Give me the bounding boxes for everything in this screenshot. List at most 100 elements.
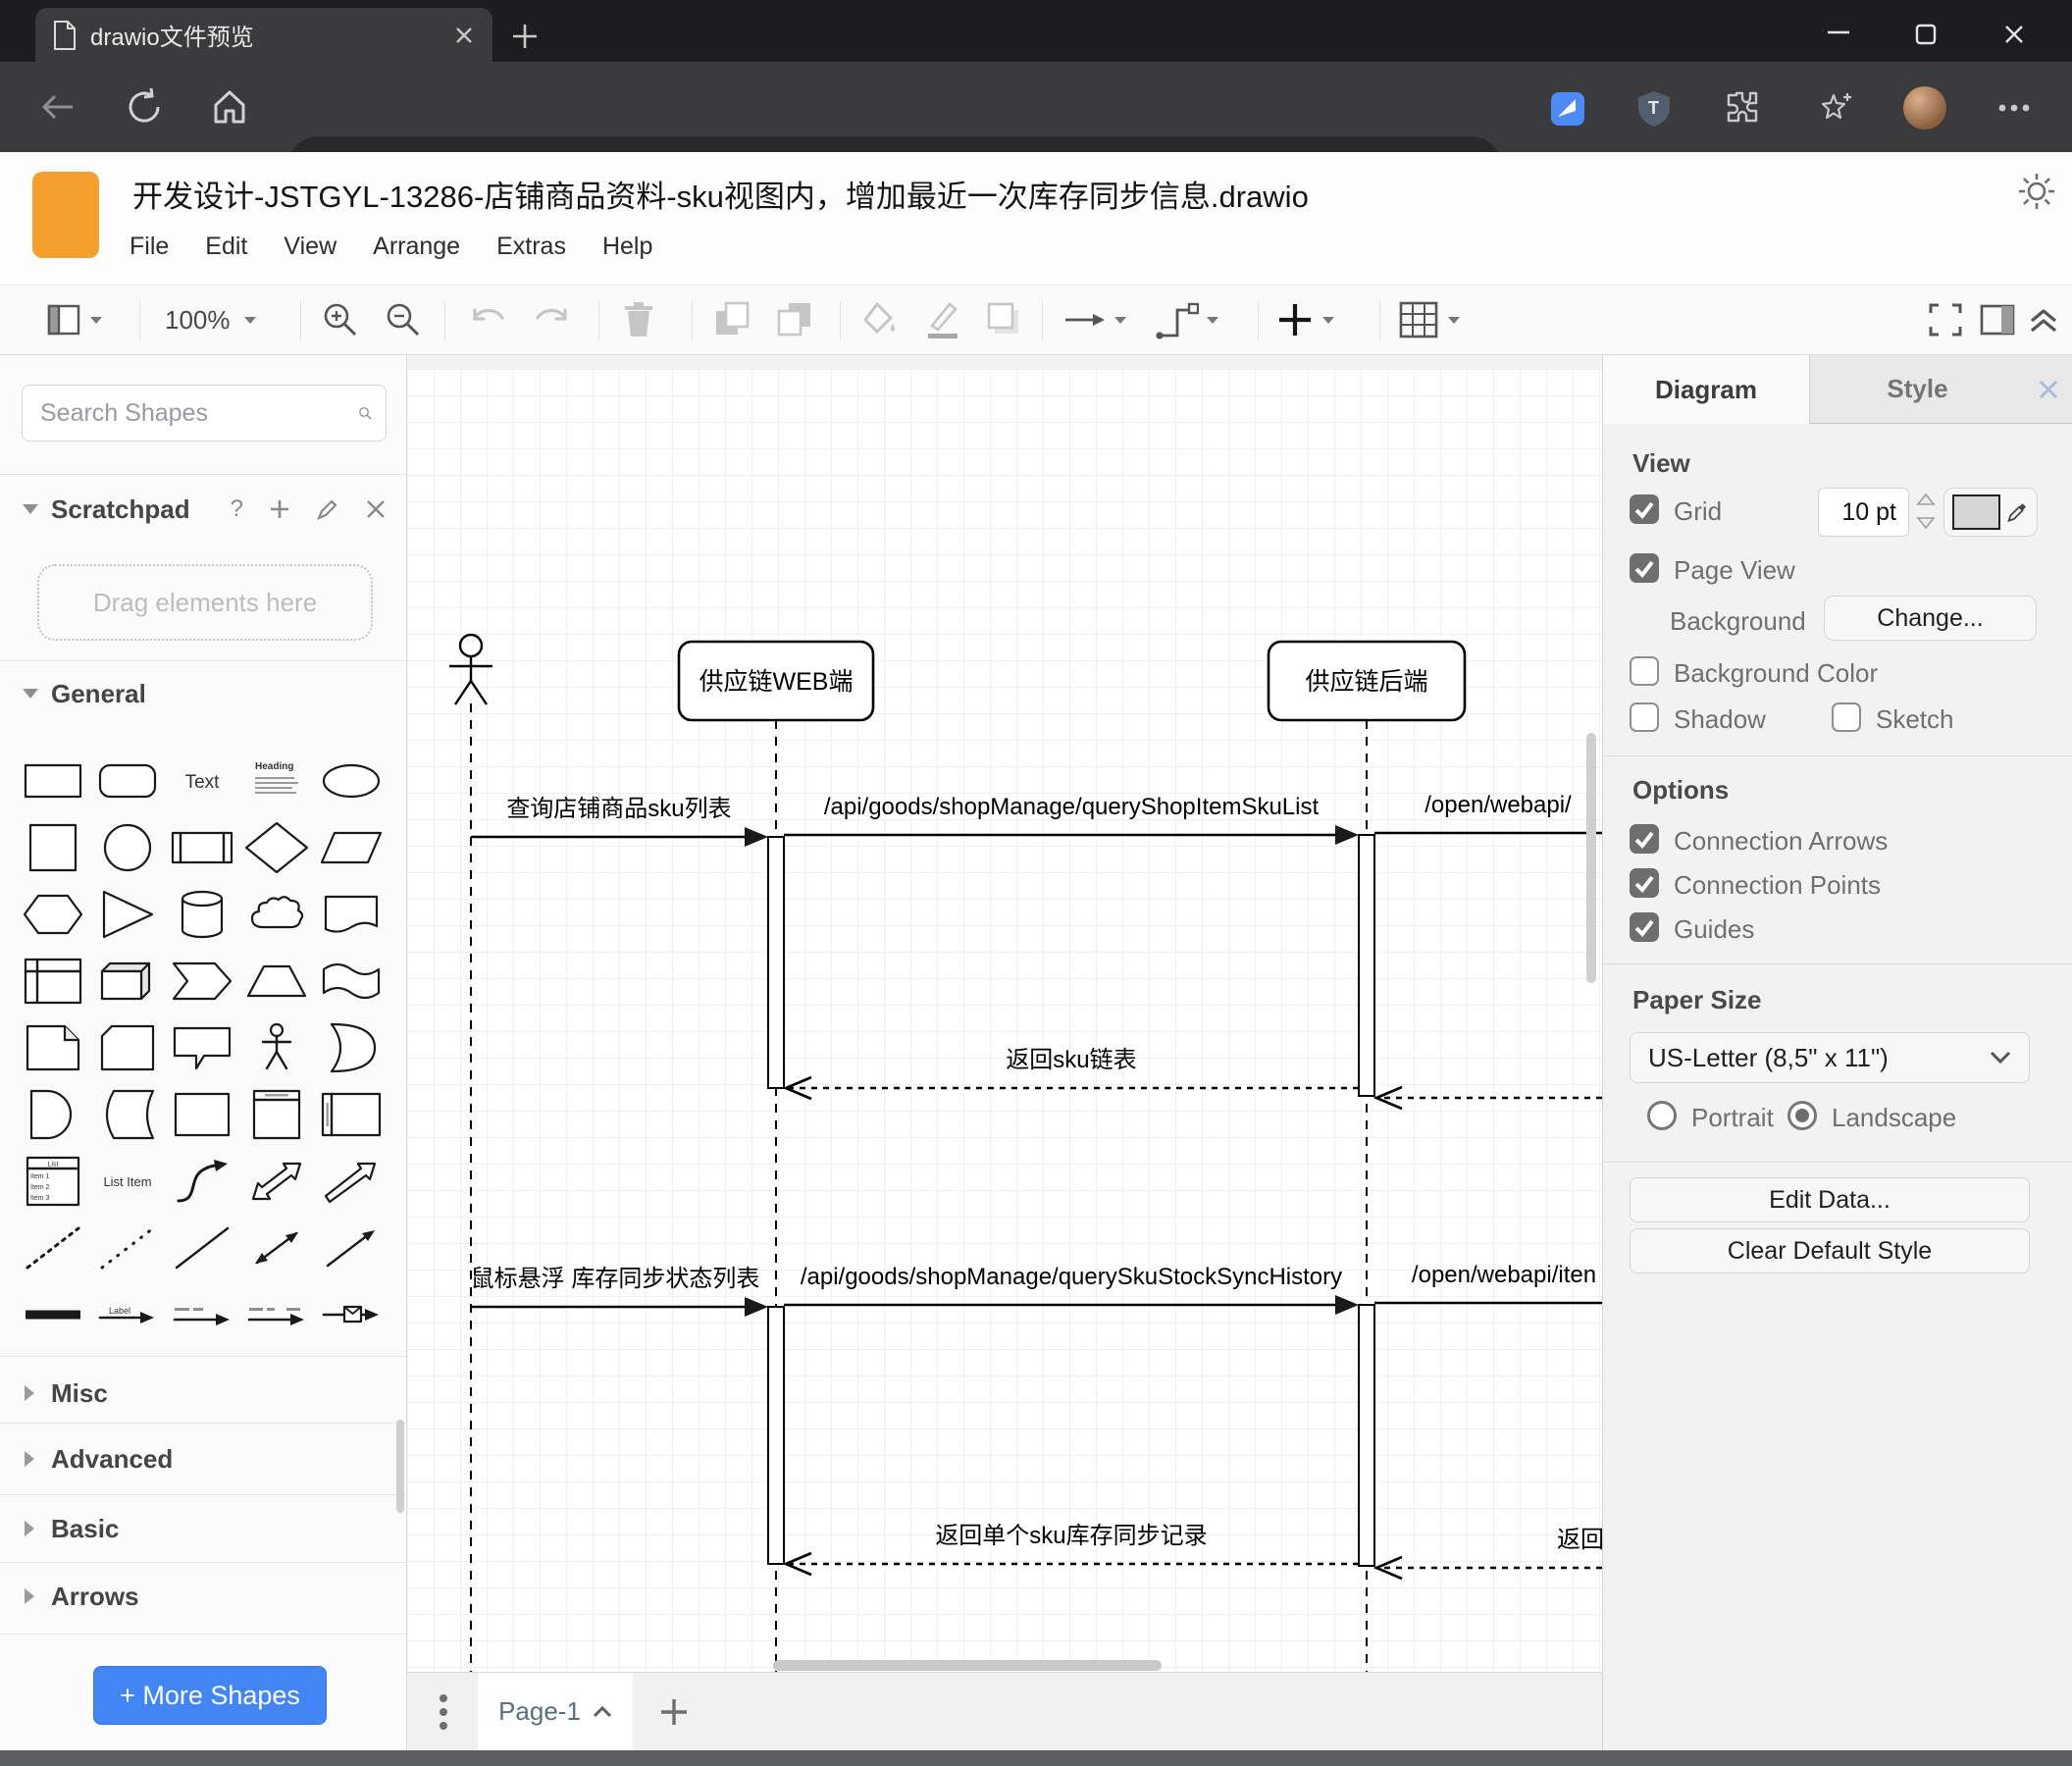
scratchpad-header[interactable]: Scratchpad ?: [22, 488, 387, 531]
insert-button[interactable]: [1277, 286, 1336, 354]
zoom-out-button[interactable]: [385, 286, 422, 354]
participant-backend[interactable]: 供应链后端: [1267, 640, 1467, 722]
shape-trapezoid[interactable]: [239, 948, 314, 1014]
zoom-in-button[interactable]: [322, 286, 359, 354]
delete-button[interactable]: [622, 286, 655, 354]
shape-link[interactable]: [16, 1281, 90, 1348]
scratchpad-dropzone[interactable]: Drag elements here: [37, 564, 373, 641]
message-api-query-shop-item-sku-list[interactable]: /api/goods/shopManage/queryShopItemSkuLi…: [784, 794, 1359, 845]
shape-textbox-heading[interactable]: Heading: [239, 748, 314, 814]
shape-arrow-with-label[interactable]: Label: [90, 1281, 165, 1348]
close-window-icon[interactable]: [2003, 24, 2025, 45]
portrait-radio[interactable]: [1647, 1101, 1677, 1130]
shape-process[interactable]: [165, 814, 239, 881]
shape-vertical-container[interactable]: [239, 1081, 314, 1148]
shape-ellipse[interactable]: [314, 748, 388, 814]
shape-note[interactable]: [16, 1014, 90, 1081]
shape-cylinder[interactable]: [165, 881, 239, 948]
scratchpad-add-icon[interactable]: [269, 498, 290, 520]
return-single-sku-record[interactable]: 返回单个sku库存同步记录: [782, 1523, 1359, 1577]
view-panels-button[interactable]: [47, 286, 104, 354]
shape-curve[interactable]: [165, 1148, 239, 1215]
page-tab[interactable]: Page-1: [478, 1673, 633, 1750]
tab-diagram[interactable]: Diagram: [1603, 355, 1810, 424]
table-button[interactable]: [1399, 286, 1462, 354]
menu-view[interactable]: View: [284, 233, 337, 261]
to-back-button[interactable]: [775, 286, 814, 354]
message-query-sku-list[interactable]: 查询店铺商品sku列表: [471, 796, 768, 847]
scratchpad-edit-icon[interactable]: [316, 497, 339, 521]
shape-callout[interactable]: [165, 1014, 239, 1081]
scratchpad-help-icon[interactable]: ?: [231, 495, 243, 523]
connection-arrows-checkbox[interactable]: [1630, 824, 1659, 854]
shape-square[interactable]: [16, 814, 90, 881]
zoom-level-dropdown[interactable]: 100%: [165, 286, 258, 354]
clear-default-style-button[interactable]: Clear Default Style: [1630, 1228, 2030, 1273]
change-background-button[interactable]: Change...: [1824, 596, 2037, 641]
menu-arrange[interactable]: Arrange: [373, 233, 460, 261]
add-page-icon[interactable]: [658, 1696, 690, 1728]
section-advanced[interactable]: Advanced: [24, 1431, 387, 1486]
drawing-canvas[interactable]: 供应链WEB端 供应链后端 查询店铺商品sku列表 /api/goods/sho…: [407, 355, 1602, 1672]
return-to-backend-2[interactable]: 返回: [1373, 1527, 1602, 1581]
shape-cube[interactable]: [90, 948, 165, 1014]
shape-dashed-line[interactable]: [16, 1215, 90, 1281]
fullscreen-button[interactable]: [1927, 286, 1964, 354]
shape-diamond[interactable]: [239, 814, 314, 881]
to-front-button[interactable]: [712, 286, 751, 354]
shape-dotted-line[interactable]: [90, 1215, 165, 1281]
shape-arrow[interactable]: [314, 1148, 388, 1215]
redo-button[interactable]: [532, 286, 573, 354]
participant-web[interactable]: 供应链WEB端: [677, 640, 875, 722]
browser-extension-blue-icon[interactable]: [1550, 91, 1585, 127]
canvas-horizontal-scrollbar[interactable]: [773, 1660, 1162, 1671]
shape-container[interactable]: [165, 1081, 239, 1148]
section-general[interactable]: General: [22, 672, 387, 715]
activation-backend-2[interactable]: [1358, 1304, 1375, 1567]
section-arrows[interactable]: Arrows: [24, 1569, 387, 1624]
format-panel-toggle-button[interactable]: [1980, 286, 2015, 354]
section-misc[interactable]: Misc: [24, 1366, 387, 1421]
return-sku-list[interactable]: 返回sku链表: [782, 1047, 1359, 1101]
shape-step[interactable]: [165, 948, 239, 1014]
guides-checkbox[interactable]: [1630, 912, 1659, 942]
canvas-vertical-scrollbar[interactable]: [1586, 733, 1596, 983]
page-view-checkbox[interactable]: [1630, 553, 1659, 583]
more-options-icon[interactable]: [1997, 103, 2031, 113]
tab-close-icon[interactable]: [453, 25, 475, 46]
message-open-webapi[interactable]: /open/webapi/: [1374, 792, 1602, 835]
new-tab-icon[interactable]: [510, 22, 540, 51]
back-icon[interactable]: [39, 89, 77, 125]
return-to-backend-1[interactable]: [1373, 1085, 1602, 1111]
collections-star-icon[interactable]: [1817, 89, 1854, 127]
connection-points-checkbox[interactable]: [1630, 868, 1659, 898]
shape-internal-storage[interactable]: [16, 948, 90, 1014]
paper-size-select[interactable]: US-Letter (8,5" x 11"): [1630, 1032, 2030, 1083]
shape-data-storage[interactable]: [90, 1081, 165, 1148]
connection-style-button[interactable]: [1063, 286, 1128, 354]
edit-data-button[interactable]: Edit Data...: [1630, 1177, 2030, 1222]
shape-cloud[interactable]: [239, 881, 314, 948]
message-hover-stock-sync[interactable]: 鼠标悬浮 库存同步状态列表: [471, 1266, 768, 1317]
grid-size-input[interactable]: [1818, 488, 1909, 537]
shadow-button[interactable]: [985, 286, 1024, 354]
menu-extras[interactable]: Extras: [496, 233, 566, 261]
shield-icon[interactable]: T: [1636, 89, 1672, 129]
shape-annotated-arrow-2[interactable]: [239, 1281, 314, 1348]
maximize-icon[interactable]: [1915, 24, 1937, 45]
extensions-puzzle-icon[interactable]: [1723, 89, 1760, 127]
message-api-query-sku-stock-sync-history[interactable]: /api/goods/shopManage/querySkuStockSyncH…: [784, 1264, 1359, 1315]
grid-color-button[interactable]: [1943, 488, 2038, 537]
theme-toggle-sun-icon[interactable]: [2017, 172, 2056, 211]
actor-figure[interactable]: [449, 633, 492, 705]
shape-triangle[interactable]: [90, 881, 165, 948]
collapse-toolbar-button[interactable]: [2027, 286, 2060, 354]
shape-document[interactable]: [314, 881, 388, 948]
search-shapes-box[interactable]: [22, 385, 387, 442]
fill-color-button[interactable]: [859, 286, 899, 354]
home-icon[interactable]: [210, 87, 249, 127]
shape-annotated-arrow[interactable]: [165, 1281, 239, 1348]
activation-web-2[interactable]: [767, 1306, 785, 1565]
shape-arrow-with-box[interactable]: [314, 1281, 388, 1348]
scratchpad-close-icon[interactable]: [365, 498, 387, 520]
